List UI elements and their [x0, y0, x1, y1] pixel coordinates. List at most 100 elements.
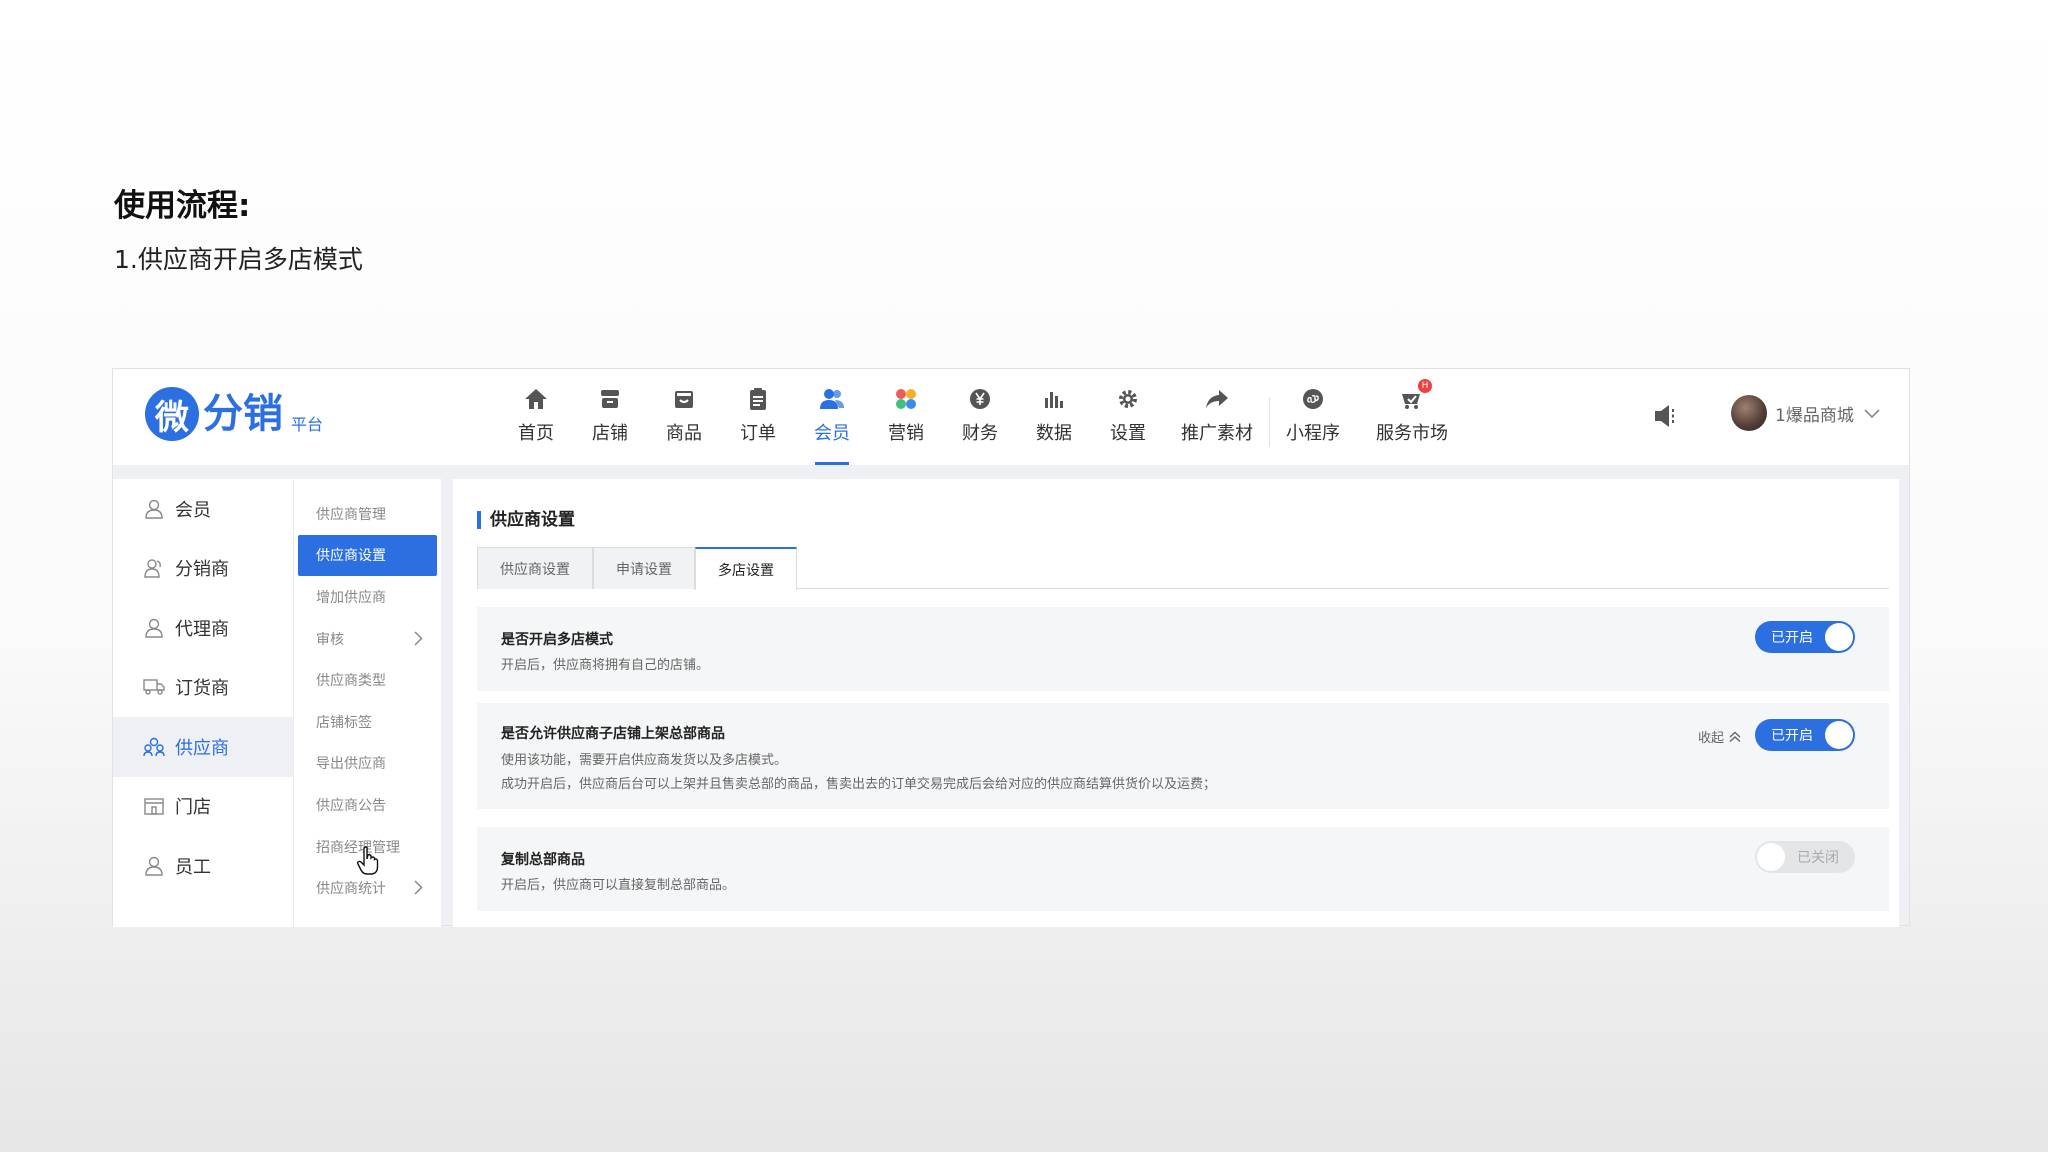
nav-item-marketing[interactable]: 营销	[869, 383, 943, 465]
side-item-supplier[interactable]: 供应商	[113, 717, 293, 777]
sub-item-label: 审核	[316, 631, 344, 648]
nav-item-home[interactable]: 首页	[499, 383, 573, 465]
tab-bar: 供应商设置 申请设置 多店设置	[477, 547, 1889, 590]
side-item-member[interactable]: 会员	[113, 479, 293, 539]
user-name: 1爆品商城	[1775, 405, 1854, 426]
user-menu[interactable]: 1爆品商城	[1731, 395, 1880, 431]
sub-item-add-supplier[interactable]: 增加供应商	[298, 576, 437, 618]
avatar	[1731, 395, 1767, 431]
nav-item-data[interactable]: 数据	[1017, 383, 1091, 465]
sub-item-label: 供应商公告	[316, 797, 386, 814]
tab-application-settings[interactable]: 申请设置	[593, 547, 695, 589]
nav-label: 首页	[518, 423, 554, 444]
toggle-knob	[1757, 843, 1785, 871]
side-item-label: 员工	[175, 856, 211, 878]
setting-title: 是否开启多店模式	[501, 632, 613, 648]
nav-label: 小程序	[1286, 423, 1340, 444]
nav-item-promo-materials[interactable]: 推广素材	[1165, 383, 1269, 465]
tab-multi-store-settings[interactable]: 多店设置	[695, 547, 797, 590]
sub-item-store-tags[interactable]: 店铺标签	[298, 701, 437, 743]
chevron-right-icon	[414, 880, 423, 899]
side-item-label: 供应商	[175, 737, 229, 759]
staff-icon	[143, 855, 165, 877]
setting-description: 开启后，供应商将拥有自己的店铺。	[501, 658, 710, 673]
sub-item-supplier-type[interactable]: 供应商类型	[298, 659, 437, 701]
nav-item-members[interactable]: 会员	[795, 383, 869, 465]
marketing-icon	[895, 383, 917, 415]
sub-item-supplier-settings[interactable]: 供应商设置	[298, 534, 437, 577]
shop-icon	[143, 795, 165, 817]
sub-item-label: 供应商统计	[316, 881, 386, 898]
sub-item-review[interactable]: 审核	[298, 618, 437, 660]
clipboard-icon	[748, 383, 768, 415]
sub-item-label: 供应商管理	[316, 506, 386, 523]
sub-item-label: 供应商设置	[316, 548, 386, 565]
side-item-staff[interactable]: 员工	[113, 836, 293, 896]
supplier-icon	[143, 736, 165, 758]
copy-goods-toggle[interactable]: 已关闭	[1755, 841, 1855, 873]
member-icon	[143, 498, 165, 520]
chevron-right-icon	[414, 631, 423, 650]
nav-label: 营销	[888, 423, 924, 444]
nav-item-settings[interactable]: 设置	[1091, 383, 1165, 465]
truck-icon	[143, 676, 165, 698]
side-item-label: 订货商	[175, 678, 229, 700]
sub-item-label: 导出供应商	[316, 756, 386, 773]
setting-card-sub-store-listing: 是否允许供应商子店铺上架总部商品 使用该功能，需要开启供应商发货以及多店模式。 …	[477, 703, 1889, 809]
mini-program-icon	[1302, 383, 1324, 415]
sub-item-supplier-notice[interactable]: 供应商公告	[298, 784, 437, 826]
side-menu: 会员 分销商 代理商 订货商 供应商 门店 员工	[113, 479, 293, 927]
yen-icon	[969, 383, 991, 415]
nav-item-service-market[interactable]: H 服务市场	[1356, 379, 1468, 465]
toggle-label: 已关闭	[1797, 850, 1839, 866]
bar-chart-icon	[1043, 383, 1065, 415]
nav-label: 数据	[1036, 423, 1072, 444]
nav-label: 店铺	[592, 423, 628, 444]
tab-supplier-settings[interactable]: 供应商设置	[477, 547, 593, 589]
side-item-agent[interactable]: 代理商	[113, 598, 293, 658]
toggle-knob	[1825, 721, 1853, 749]
sub-item-label: 增加供应商	[316, 589, 386, 606]
nav-item-orders[interactable]: 订单	[721, 383, 795, 465]
store-icon	[599, 383, 621, 415]
share-icon	[1205, 383, 1229, 415]
top-bar: 微 分销 平台 首页 店铺 商品 订单 会员 营销 财务 数据 设置 推广素材 …	[113, 369, 1909, 465]
side-item-distributor[interactable]: 分销商	[113, 539, 293, 599]
side-item-store[interactable]: 门店	[113, 777, 293, 837]
sub-item-label: 供应商类型	[316, 673, 386, 690]
app-screenshot: 微 分销 平台 首页 店铺 商品 订单 会员 营销 财务 数据 设置 推广素材 …	[112, 368, 1910, 927]
multi-store-toggle[interactable]: 已开启	[1755, 621, 1855, 653]
collapse-label: 收起	[1697, 731, 1724, 746]
sub-item-supplier-management[interactable]: 供应商管理	[298, 493, 437, 535]
nav-label: 推广素材	[1181, 423, 1253, 444]
setting-title: 是否允许供应商子店铺上架总部商品	[501, 726, 725, 742]
speaker-icon[interactable]	[1653, 403, 1679, 433]
nav-item-store[interactable]: 店铺	[573, 383, 647, 465]
setting-title: 复制总部商品	[501, 852, 585, 868]
logo[interactable]: 微 分销 平台	[145, 387, 323, 441]
sub-item-label: 店铺标签	[316, 714, 372, 731]
users-icon	[820, 383, 844, 415]
toggle-label: 已开启	[1771, 630, 1813, 646]
sub-item-export-supplier[interactable]: 导出供应商	[298, 743, 437, 785]
toggle-knob	[1825, 623, 1853, 651]
doc-heading: 使用流程:	[114, 188, 251, 224]
collapse-button[interactable]: 收起	[1698, 727, 1741, 746]
notification-badge: H	[1418, 379, 1432, 393]
nav-item-mini-program[interactable]: 小程序	[1270, 383, 1356, 465]
home-icon	[524, 383, 548, 415]
box-icon	[673, 383, 695, 415]
page-title: 供应商设置	[477, 511, 575, 529]
hand-cursor-icon	[356, 846, 381, 880]
side-item-label: 代理商	[175, 618, 229, 640]
agent-icon	[143, 617, 165, 639]
logo-subtitle: 平台	[291, 415, 324, 434]
service-market-icon: H	[1400, 379, 1432, 415]
sub-store-listing-toggle[interactable]: 已开启	[1755, 719, 1855, 751]
nav-item-goods[interactable]: 商品	[647, 383, 721, 465]
toggle-label: 已开启	[1771, 728, 1813, 744]
nav-item-finance[interactable]: 财务	[943, 383, 1017, 465]
logo-mark: 微	[145, 387, 199, 441]
nav-label: 服务市场	[1376, 423, 1448, 444]
side-item-ordering[interactable]: 订货商	[113, 658, 293, 718]
